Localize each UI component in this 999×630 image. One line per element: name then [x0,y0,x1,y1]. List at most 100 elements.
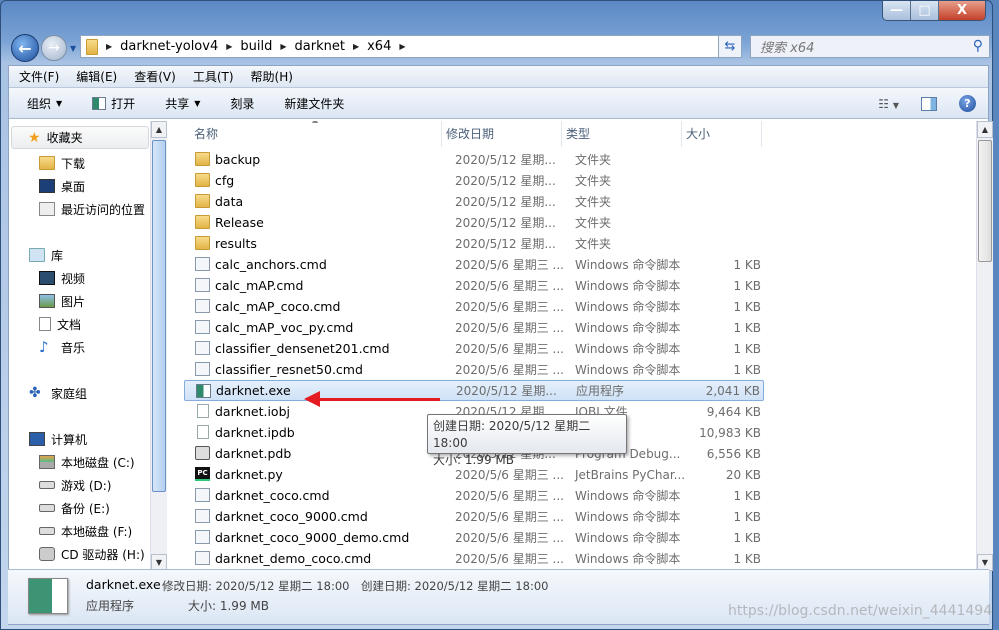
forward-button[interactable]: → [41,35,67,61]
sidebar-label: 文档 [57,317,82,332]
breadcrumb-item[interactable]: darknet-yolov4 [120,39,218,54]
new-folder-button[interactable]: 新建文件夹 [284,95,344,112]
back-button[interactable]: ← [11,34,39,62]
chevron-down-icon: ▼ [56,98,63,108]
file-list-scrollbar[interactable]: ▲ ▼ [976,121,993,571]
sidebar-item-pictures[interactable]: 图片 [39,291,85,311]
file-row[interactable]: Release 2020/5/12 星期... 文件夹 [184,212,764,233]
file-type: Windows 命令脚本 [575,321,681,335]
file-row[interactable]: data 2020/5/12 星期... 文件夹 [184,191,764,212]
file-row[interactable]: classifier_resnet50.cmd 2020/5/6 星期三 ...… [184,359,764,380]
details-type: 应用程序 [86,599,135,613]
file-date: 2020/5/12 星期... [455,195,556,209]
refresh-button[interactable]: ⇆ [718,35,742,58]
sidebar-favorites[interactable]: ★ 收藏夹 [11,126,149,149]
drive-icon [39,481,55,489]
column-type[interactable]: 类型 [562,121,682,147]
file-type: Windows 命令脚本 [575,279,681,293]
menu-edit[interactable]: 编辑(E) [76,68,117,85]
sidebar-libraries[interactable]: 库 [29,245,63,265]
share-button[interactable]: 共享 ▼ [165,95,200,112]
sidebar-item-desktop[interactable]: 桌面 [39,176,85,196]
view-options-icon[interactable]: ☷ ▼ [878,97,899,111]
breadcrumb-item[interactable]: build [240,39,272,54]
maximize-button[interactable]: □ [911,1,939,20]
music-icon: ♪ [39,338,49,356]
file-row[interactable]: cfg 2020/5/12 星期... 文件夹 [184,170,764,191]
breadcrumb-separator[interactable]: ▶ [399,42,405,51]
sidebar-computer[interactable]: 计算机 [29,429,87,449]
tooltip-created: 创建日期: 2020/5/12 星期二 18:00 [433,419,591,450]
sidebar-item-music[interactable]: ♪ 音乐 [39,337,85,357]
column-size[interactable]: 大小 [682,121,762,147]
video-icon [39,271,55,285]
file-date: 2020/5/6 星期三 ... [455,342,564,356]
sidebar-item-videos[interactable]: 视频 [39,268,85,288]
breadcrumb-separator[interactable]: ▶ [353,42,359,51]
sidebar-homegroup[interactable]: ✤ 家庭组 [29,383,87,403]
organize-button[interactable]: 组织 ▼ [27,95,62,112]
menu-tools[interactable]: 工具(T) [193,68,234,85]
file-row[interactable]: darknet_coco_9000_demo.cmd 2020/5/6 星期三 … [184,527,764,548]
search-icon[interactable]: ⚲ [973,38,983,54]
column-name[interactable]: 名称 [184,121,442,147]
file-name: darknet.py [215,467,283,482]
breadcrumb-item[interactable]: x64 [367,39,391,54]
breadcrumb-item[interactable]: darknet [295,39,345,54]
file-row[interactable]: calc_anchors.cmd 2020/5/6 星期三 ... Window… [184,254,764,275]
minimize-button[interactable]: — [883,1,911,20]
file-row[interactable]: calc_mAP.cmd 2020/5/6 星期三 ... Windows 命令… [184,275,764,296]
scroll-up-button[interactable]: ▲ [151,121,167,138]
file-name: calc_mAP_coco.cmd [215,299,341,314]
recent-pages-dropdown[interactable]: ▼ [70,44,76,53]
sidebar-item-documents[interactable]: 文档 [39,314,81,334]
menu-help[interactable]: 帮助(H) [251,68,293,85]
homegroup-icon: ✤ [29,385,41,401]
column-date[interactable]: 修改日期 [442,121,562,147]
downloads-icon [39,156,55,170]
file-row[interactable]: darknet_coco.cmd 2020/5/6 星期三 ... Window… [184,485,764,506]
breadcrumb-separator[interactable]: ▶ [226,42,232,51]
menu-view[interactable]: 查看(V) [134,68,176,85]
sidebar-drive-e[interactable]: 备份 (E:) [39,498,110,518]
tooltip-size: 大小: 1.99 MB [433,453,514,467]
breadcrumb-separator[interactable]: ▶ [106,42,112,51]
sidebar-drive-f[interactable]: 本地磁盘 (F:) [39,521,132,541]
file-date: 2020/5/6 星期三 ... [455,300,564,314]
file-row[interactable]: darknet_demo_coco.cmd 2020/5/6 星期三 ... W… [184,548,764,569]
command-bar: 组织 ▼ 打开 共享 ▼ 刻录 新建文件夹 ☷ ▼ ? [9,88,988,119]
file-name: darknet.ipdb [215,425,295,440]
new-folder-label: 新建文件夹 [284,96,345,111]
search-input[interactable]: 搜索 x64 ⚲ [750,35,990,58]
file-row[interactable]: calc_mAP_coco.cmd 2020/5/6 星期三 ... Windo… [184,296,764,317]
scrollbar-thumb[interactable] [978,140,992,262]
file-row[interactable]: darknet_coco_9000.cmd 2020/5/6 星期三 ... W… [184,506,764,527]
file-row[interactable]: backup 2020/5/12 星期... 文件夹 [184,149,764,170]
open-button[interactable]: 打开 [92,95,135,112]
sidebar-drive-d[interactable]: 游戏 (D:) [39,475,111,495]
menu-file[interactable]: 文件(F) [19,68,59,85]
burn-button[interactable]: 刻录 [230,95,254,112]
sidebar-drive-h[interactable]: CD 驱动器 (H:) [39,544,145,564]
doc-icon [197,404,209,418]
file-date: 2020/5/12 星期... [455,237,556,251]
chevron-down-icon: ▼ [194,98,201,108]
scroll-up-button[interactable]: ▲ [977,121,993,138]
file-row[interactable]: darknet.exe 2020/5/12 星期... 应用程序 2,041 K… [184,380,764,401]
scrollbar-thumb[interactable] [152,140,166,492]
file-date: 2020/5/12 星期... [455,216,556,230]
breadcrumb-separator[interactable]: ▶ [280,42,286,51]
address-bar[interactable]: ▶darknet-yolov4▶build▶darknet▶x64▶ ▼ [80,35,741,58]
file-row[interactable]: results 2020/5/12 星期... 文件夹 [184,233,764,254]
sidebar-scrollbar[interactable]: ▲ ▼ [150,121,167,571]
file-size: 1 KB [733,278,761,293]
file-row[interactable]: classifier_densenet201.cmd 2020/5/6 星期三 … [184,338,764,359]
sidebar-item-recent[interactable]: 最近访问的位置 [39,199,145,219]
sidebar-drive-c[interactable]: 本地磁盘 (C:) [39,452,135,472]
sidebar-item-downloads[interactable]: 下载 [39,153,85,173]
navigation-pane: ★ 收藏夹 下载 桌面 最近访问的位置 库 视频 图片 文档 ♪ 音乐 ✤ 家庭组 计… [9,121,167,571]
close-button[interactable]: X [939,1,985,20]
file-row[interactable]: calc_mAP_voc_py.cmd 2020/5/6 星期三 ... Win… [184,317,764,338]
preview-pane-icon[interactable] [921,96,937,111]
help-icon[interactable]: ? [959,95,976,112]
